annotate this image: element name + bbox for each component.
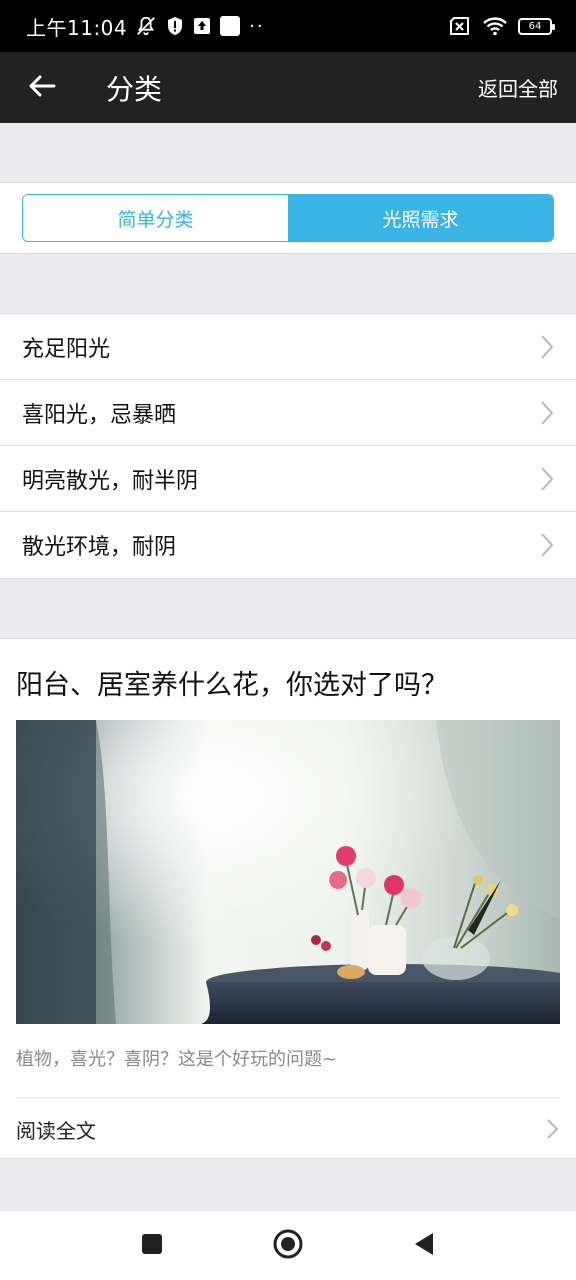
square-icon — [141, 1233, 163, 1259]
list-item-label: 散光环境，耐阴 — [22, 535, 177, 560]
square-icon — [220, 16, 241, 36]
chevron-right-icon — [546, 1116, 560, 1142]
system-nav-bar — [0, 1211, 576, 1280]
battery-level: 64 — [528, 20, 542, 32]
upload-icon — [193, 17, 211, 35]
read-full-article-link[interactable]: 阅读全文 — [16, 1098, 560, 1160]
list-item-label: 喜阳光，忌暴晒 — [22, 402, 177, 428]
segment-container: 简单分类 光照需求 — [0, 182, 576, 254]
triangle-left-icon — [413, 1232, 435, 1260]
status-icons-right: 64 — [448, 16, 555, 36]
list-item-label: 充足阳光 — [22, 336, 111, 362]
list-item-sun-no-scorch[interactable]: 喜阳光，忌暴晒 — [0, 380, 576, 446]
sim-off-icon — [448, 16, 472, 36]
list-item-diffuse-shade[interactable]: 散光环境，耐阴 — [0, 512, 576, 578]
segmented-control: 简单分类 光照需求 — [22, 194, 554, 242]
chevron-right-icon — [540, 532, 554, 558]
status-bar: 上午11:04 ·· 64 — [0, 0, 576, 52]
status-icons-left: ·· — [135, 15, 264, 37]
bell-off-icon — [135, 15, 157, 37]
list-item-label: 明亮散光，耐半阴 — [22, 468, 199, 494]
back-to-all-button[interactable]: 返回全部 — [478, 73, 558, 102]
recents-button[interactable] — [132, 1226, 172, 1266]
back-button[interactable] — [2, 52, 82, 123]
list-item-bright-diffuse[interactable]: 明亮散光，耐半阴 — [0, 446, 576, 512]
home-button[interactable] — [268, 1226, 308, 1266]
light-category-list: 充足阳光 喜阳光，忌暴晒 明亮散光，耐半阴 散光环境，耐阴 — [0, 313, 576, 579]
more-dots-icon: ·· — [249, 15, 265, 37]
tab-light-requirement[interactable]: 光照需求 — [288, 195, 553, 241]
chevron-right-icon — [540, 400, 554, 426]
list-item-full-sun[interactable]: 充足阳光 — [0, 314, 576, 380]
chevron-right-icon — [540, 466, 554, 492]
article-title: 阳台、居室养什么花，你选对了吗？ — [16, 670, 448, 701]
chevron-right-icon — [540, 334, 554, 360]
article-image[interactable] — [16, 720, 560, 1024]
article-description: 植物，喜光？喜阴？这是个好玩的问题~ — [16, 1049, 338, 1070]
arrow-left-icon — [28, 74, 56, 102]
wifi-icon — [482, 16, 508, 36]
page-title: 分类 — [106, 72, 163, 106]
tab-simple-category[interactable]: 简单分类 — [23, 195, 288, 241]
article-card[interactable]: 阳台、居室养什么花，你选对了吗？ 植物，喜光？喜阴？这是个好玩的问题~ 阅读全文 — [0, 638, 576, 1159]
circle-icon — [273, 1229, 303, 1263]
battery-icon: 64 — [518, 17, 555, 35]
back-nav-button[interactable] — [404, 1226, 444, 1266]
shield-alert-icon — [166, 16, 184, 36]
status-time: 上午11:04 — [26, 15, 128, 40]
app-bar: 分类 返回全部 — [0, 52, 576, 123]
read-more-label: 阅读全文 — [16, 1118, 96, 1143]
